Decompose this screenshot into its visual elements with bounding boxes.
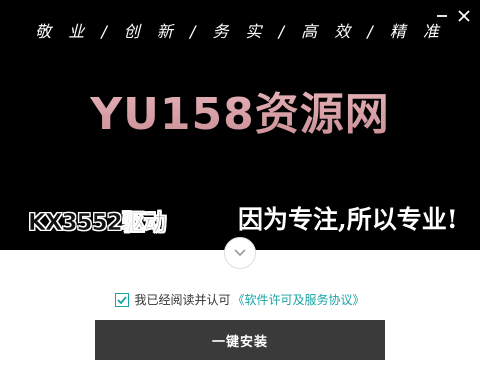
agree-checkbox[interactable] [115, 292, 130, 307]
expand-options-button[interactable] [224, 237, 256, 269]
checkmark-icon [117, 295, 128, 304]
product-name: KX3552驱动 [28, 210, 167, 237]
brand-logo-text: YU158资源网 [0, 78, 480, 142]
chevron-down-icon [234, 249, 246, 257]
agreement-row: 我已经阅读并认可 《软件许可及服务协议》 [0, 291, 480, 308]
close-icon [458, 10, 470, 22]
close-button[interactable] [454, 6, 474, 26]
minimize-icon [437, 15, 447, 17]
license-agreement-link[interactable]: 《软件许可及服务协议》 [233, 291, 365, 308]
tagline: 因为专注,所以专业! [238, 205, 458, 234]
slogan: 敬 业 / 创 新 / 务 实 / 高 效 / 精 准 [35, 22, 445, 41]
agreement-text: 我已经阅读并认可 [134, 293, 231, 307]
banner: 敬 业 / 创 新 / 务 实 / 高 效 / 精 准 YU158资源网 KX3… [0, 0, 480, 250]
one-click-install-button[interactable]: 一键安装 [95, 320, 385, 360]
minimize-button[interactable] [432, 6, 452, 26]
